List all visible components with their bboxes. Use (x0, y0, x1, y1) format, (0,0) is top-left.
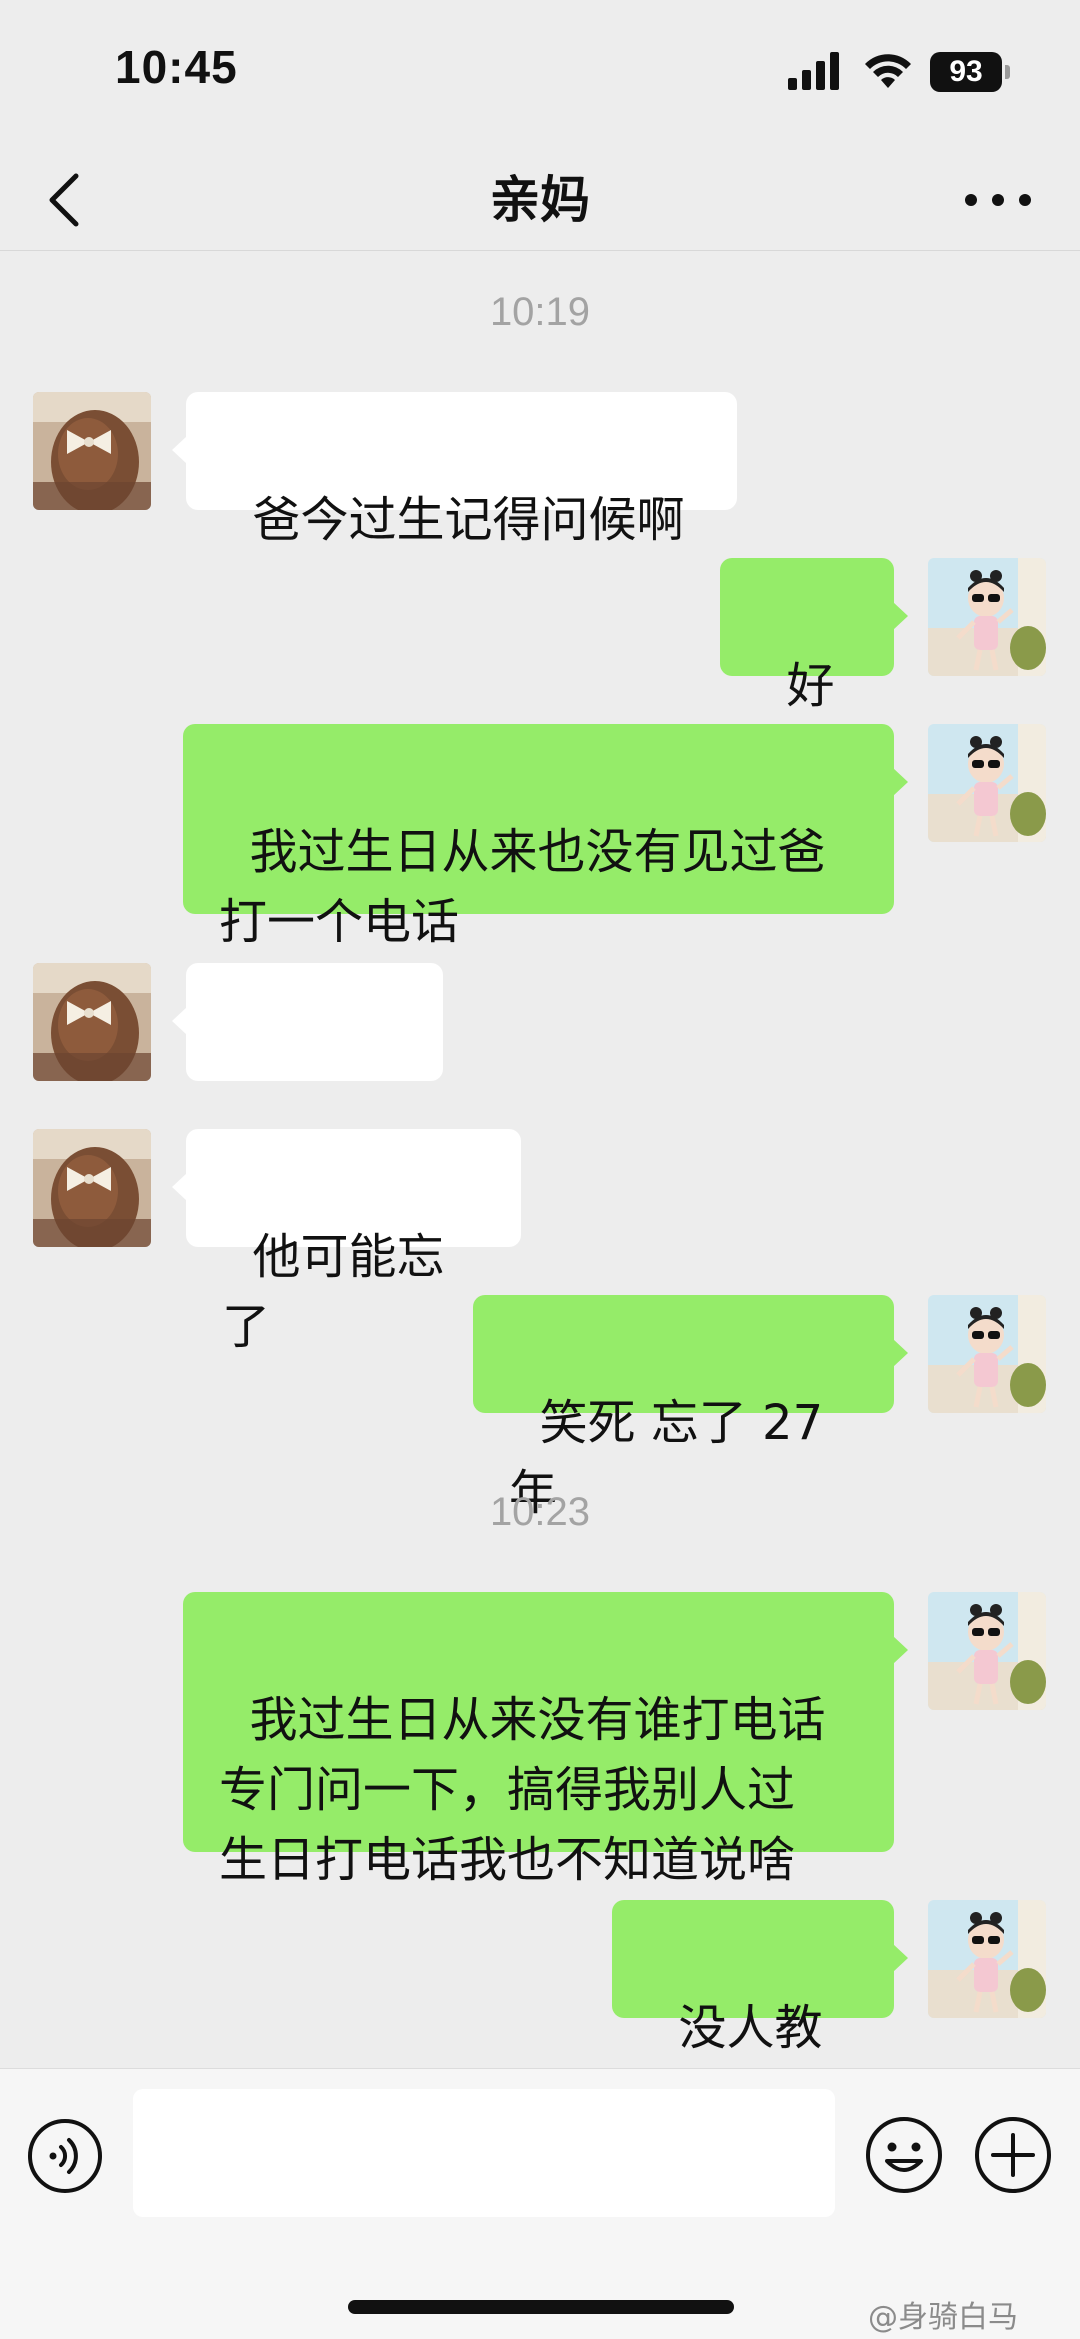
contact-avatar[interactable] (33, 392, 151, 510)
self-avatar[interactable] (928, 1592, 1046, 1710)
contact-avatar[interactable] (33, 1129, 151, 1247)
chat-timestamp: 10:23 (489, 1490, 591, 1534)
chat-timestamp: 10:19 (489, 290, 591, 334)
battery-level: 93 (930, 52, 1002, 92)
nav-bar: 亲妈 (0, 150, 1080, 251)
message-text: 我过生日从来没有谁打电话 专门问一下，搞得我别人过 生日打电话我也不知道说啥 (219, 1692, 826, 1888)
home-indicator[interactable] (348, 2300, 734, 2314)
self-avatar[interactable] (928, 558, 1046, 676)
message-bubble-outgoing[interactable]: 笑死 忘了 27 年 (473, 1295, 908, 1521)
message-bubble-outgoing[interactable]: 好的 (720, 558, 908, 784)
message-bubble-incoming[interactable]: 他可能忘了 (172, 1129, 521, 1355)
message-bubble-outgoing[interactable]: 我过生日从来也没有见过爸 打一个电话 (183, 724, 908, 950)
message-text: 我过生日从来也没有见过爸 打一个电话 (219, 824, 826, 950)
self-avatar[interactable] (928, 724, 1046, 842)
status-bar: 10:45 93 (0, 0, 1080, 150)
self-avatar[interactable] (928, 1295, 1046, 1413)
message-text: 爸今过生记得问候啊 (252, 492, 685, 548)
message-input[interactable] (133, 2089, 835, 2217)
emoji-picker-icon[interactable] (864, 2115, 944, 2195)
contact-avatar[interactable] (33, 963, 151, 1081)
voice-input-icon[interactable] (26, 2117, 104, 2195)
status-time: 10:45 (115, 41, 238, 93)
wifi-icon (865, 54, 911, 88)
message-bubble-incoming[interactable] (172, 963, 443, 1191)
message-text: 他可能忘了 (222, 1229, 445, 1355)
cellular-signal-icon (788, 52, 839, 90)
watermark: @身骑白马 (868, 2300, 1018, 2335)
message-bubble-incoming[interactable]: 爸今过生记得问候啊 (172, 392, 737, 548)
more-actions-icon[interactable] (973, 2115, 1053, 2195)
message-bubble-outgoing[interactable]: 我过生日从来没有谁打电话 专门问一下，搞得我别人过 生日打电话我也不知道说啥 (183, 1592, 908, 1888)
self-avatar[interactable] (928, 1900, 1046, 2018)
message-bubble-outgoing[interactable]: 没人教过 (612, 1900, 908, 2126)
chat-title: 亲妈 (490, 171, 590, 229)
more-options-icon[interactable] (960, 170, 1036, 230)
battery-icon: 93 (930, 52, 1010, 92)
